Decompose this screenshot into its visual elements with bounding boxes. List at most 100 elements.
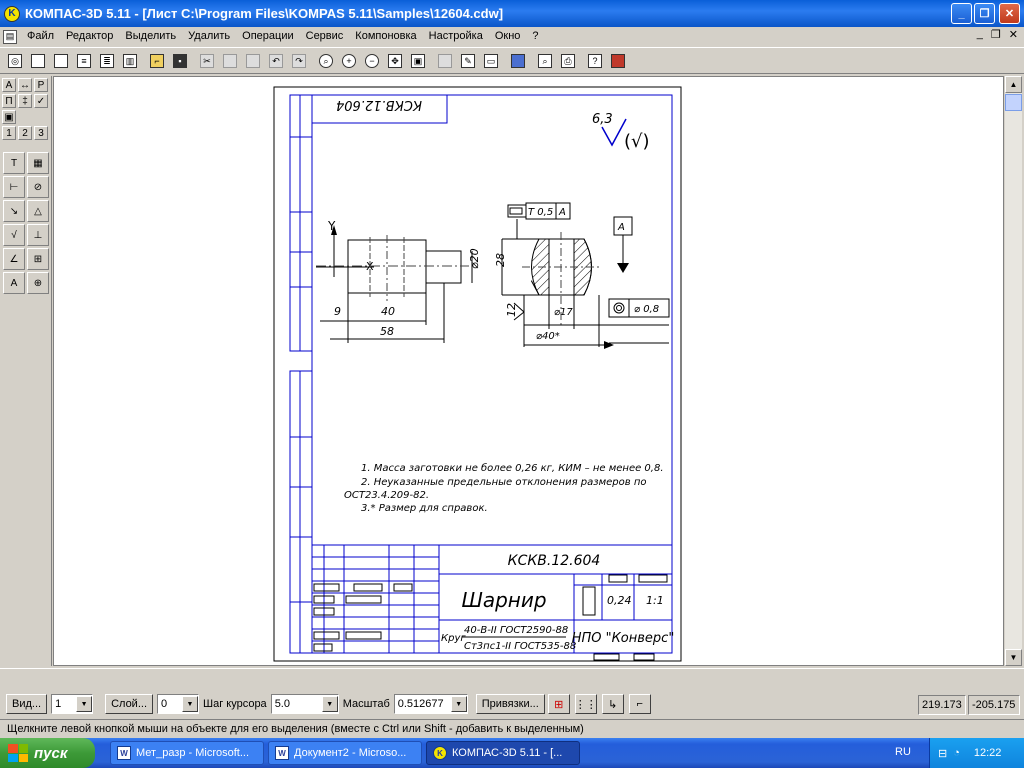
tolerance-icon[interactable]: ⊞: [27, 248, 49, 270]
text-icon[interactable]: T: [3, 152, 25, 174]
view-button[interactable]: Вид...: [6, 694, 48, 714]
edit-tab-icon[interactable]: П: [2, 94, 16, 108]
zoom-all-icon[interactable]: ▣: [407, 50, 429, 72]
menu-delete[interactable]: Удалить: [182, 27, 236, 46]
scroll-thumb[interactable]: [1005, 94, 1022, 111]
open-icon[interactable]: ⌐: [146, 50, 168, 72]
part-scale: 1:1: [646, 594, 664, 607]
scroll-up-button[interactable]: ▲: [1005, 76, 1022, 93]
snap-toggle-icon[interactable]: ⊞: [547, 694, 570, 714]
taskbar: пуск W Мет_разр - Microsoft... W Документ2…: [0, 738, 1024, 768]
radius-dim-icon[interactable]: ↘: [3, 200, 25, 222]
doc-close-button[interactable]: ✕: [1009, 28, 1018, 41]
tab-3[interactable]: 3: [34, 126, 48, 140]
dimension-tab-icon[interactable]: ↔: [18, 78, 32, 92]
axis-icon[interactable]: ⊕: [27, 272, 49, 294]
copy-icon[interactable]: [219, 50, 241, 72]
redo-icon[interactable]: ↷: [288, 50, 310, 72]
leader-icon[interactable]: ∠: [3, 248, 25, 270]
new-sheet-icon[interactable]: [27, 50, 49, 72]
zoom-in-icon[interactable]: +: [338, 50, 360, 72]
pan-icon[interactable]: ✥: [384, 50, 406, 72]
snap-button[interactable]: Привязки...: [475, 694, 545, 714]
doc-restore-button[interactable]: ❐: [991, 28, 1001, 41]
title-bar: K КОМПАС-3D 5.11 - [Лист C:\Program File…: [0, 0, 1024, 27]
task-kompas[interactable]: K КОМПАС-3D 5.11 - [...: [426, 741, 580, 765]
kompas-app-icon[interactable]: K: [4, 5, 20, 22]
scroll-down-button[interactable]: ▼: [1005, 649, 1022, 666]
angle-dim-icon[interactable]: △: [27, 200, 49, 222]
label-icon[interactable]: A: [3, 272, 25, 294]
exit-icon[interactable]: [607, 50, 629, 72]
window-icon[interactable]: ▭: [480, 50, 502, 72]
task-word-1[interactable]: W Мет_разр - Microsoft...: [110, 741, 264, 765]
library-icon[interactable]: ▥: [119, 50, 141, 72]
linear-dim-icon[interactable]: ⊢: [3, 176, 25, 198]
manager-icon[interactable]: [507, 50, 529, 72]
vertical-scrollbar[interactable]: ▲ ▼: [1005, 76, 1022, 666]
task-word-2[interactable]: W Документ2 - Microso...: [268, 741, 422, 765]
maximize-button[interactable]: ❐: [974, 3, 995, 24]
menu-service[interactable]: Сервис: [300, 27, 350, 46]
pencil-icon[interactable]: ✎: [457, 50, 479, 72]
print-preview-icon[interactable]: ⌕: [534, 50, 556, 72]
language-indicator[interactable]: RU: [895, 746, 911, 758]
menu-select[interactable]: Выделить: [119, 27, 182, 46]
select-tab-icon[interactable]: ▣: [2, 110, 16, 124]
menu-file[interactable]: Файл: [21, 27, 60, 46]
tol-top-base: A: [558, 207, 566, 218]
step-combo[interactable]: 5.0 ▼: [270, 694, 339, 714]
view-combo[interactable]: 1 ▼: [51, 694, 94, 714]
grid-icon[interactable]: ⋮⋮: [574, 694, 597, 714]
dim-d40: ⌀40*: [536, 331, 560, 342]
save-icon[interactable]: ▪: [169, 50, 191, 72]
drawing-sheet[interactable]: КСКВ.12.604 6,3 (√) Y X 9 40 58 ⌀20 T 0,…: [54, 77, 1004, 666]
new-fragment-icon[interactable]: [50, 50, 72, 72]
new-spec-icon[interactable]: ≣: [96, 50, 118, 72]
start-button[interactable]: пуск: [0, 738, 95, 768]
local-cs-icon[interactable]: ↳: [601, 694, 624, 714]
table-icon[interactable]: ▦: [27, 152, 49, 174]
document-icon[interactable]: ▤: [3, 29, 17, 44]
doc-minimize-button[interactable]: _: [977, 28, 983, 41]
tab-1[interactable]: 1: [2, 126, 16, 140]
layer-combo[interactable]: 0 ▼: [157, 694, 199, 714]
print-icon[interactable]: ⎙: [557, 50, 579, 72]
tab-p[interactable]: Р: [34, 78, 48, 92]
paste-icon[interactable]: [242, 50, 264, 72]
zoom-icon[interactable]: ⌕: [315, 50, 337, 72]
roughness-value: 6,3: [592, 112, 613, 127]
layer-button[interactable]: Слой...: [105, 694, 153, 714]
undo-icon[interactable]: ↶: [265, 50, 287, 72]
cut-icon[interactable]: ✂: [196, 50, 218, 72]
menu-window[interactable]: Окно: [489, 27, 527, 46]
tab-2[interactable]: 2: [18, 126, 32, 140]
measure-tab-icon[interactable]: ✓: [34, 94, 48, 108]
preview-icon[interactable]: ◎: [4, 50, 26, 72]
menu-layout[interactable]: Компоновка: [349, 27, 422, 46]
drawing-canvas[interactable]: КСКВ.12.604 6,3 (√) Y X 9 40 58 ⌀20 T 0,…: [53, 76, 1004, 666]
regenerate-icon[interactable]: [434, 50, 456, 72]
dropdown-arrow-icon: ▼: [182, 696, 198, 712]
zoom-out-icon[interactable]: −: [361, 50, 383, 72]
new-text-icon[interactable]: ≡: [73, 50, 95, 72]
minimize-button[interactable]: _: [951, 3, 972, 24]
material-line-2: Ст3пс1-II ГОСТ535-88: [464, 641, 576, 652]
title-doc-number: КСКВ.12.604: [508, 553, 601, 569]
network-icon[interactable]: ⊟: [938, 747, 947, 760]
menu-edit[interactable]: Редактор: [60, 27, 119, 46]
context-help-icon[interactable]: ?: [584, 50, 606, 72]
param-tab-icon[interactable]: ‡: [18, 94, 32, 108]
volume-icon[interactable]: ◔: [953, 747, 960, 759]
scale-combo[interactable]: 0.512677 ▼: [393, 694, 468, 714]
base-icon[interactable]: ⊥: [27, 224, 49, 246]
close-button[interactable]: ✕: [999, 3, 1020, 24]
ortho-icon[interactable]: ⌐: [628, 694, 651, 714]
roughness-icon[interactable]: √: [3, 224, 25, 246]
menu-operations[interactable]: Операции: [236, 27, 299, 46]
dropdown-arrow-icon: ▼: [76, 696, 93, 712]
diameter-dim-icon[interactable]: ⊘: [27, 176, 49, 198]
menu-help[interactable]: ?: [526, 27, 544, 46]
menu-settings[interactable]: Настройка: [423, 27, 489, 46]
geometry-tab-icon[interactable]: A: [2, 78, 16, 92]
